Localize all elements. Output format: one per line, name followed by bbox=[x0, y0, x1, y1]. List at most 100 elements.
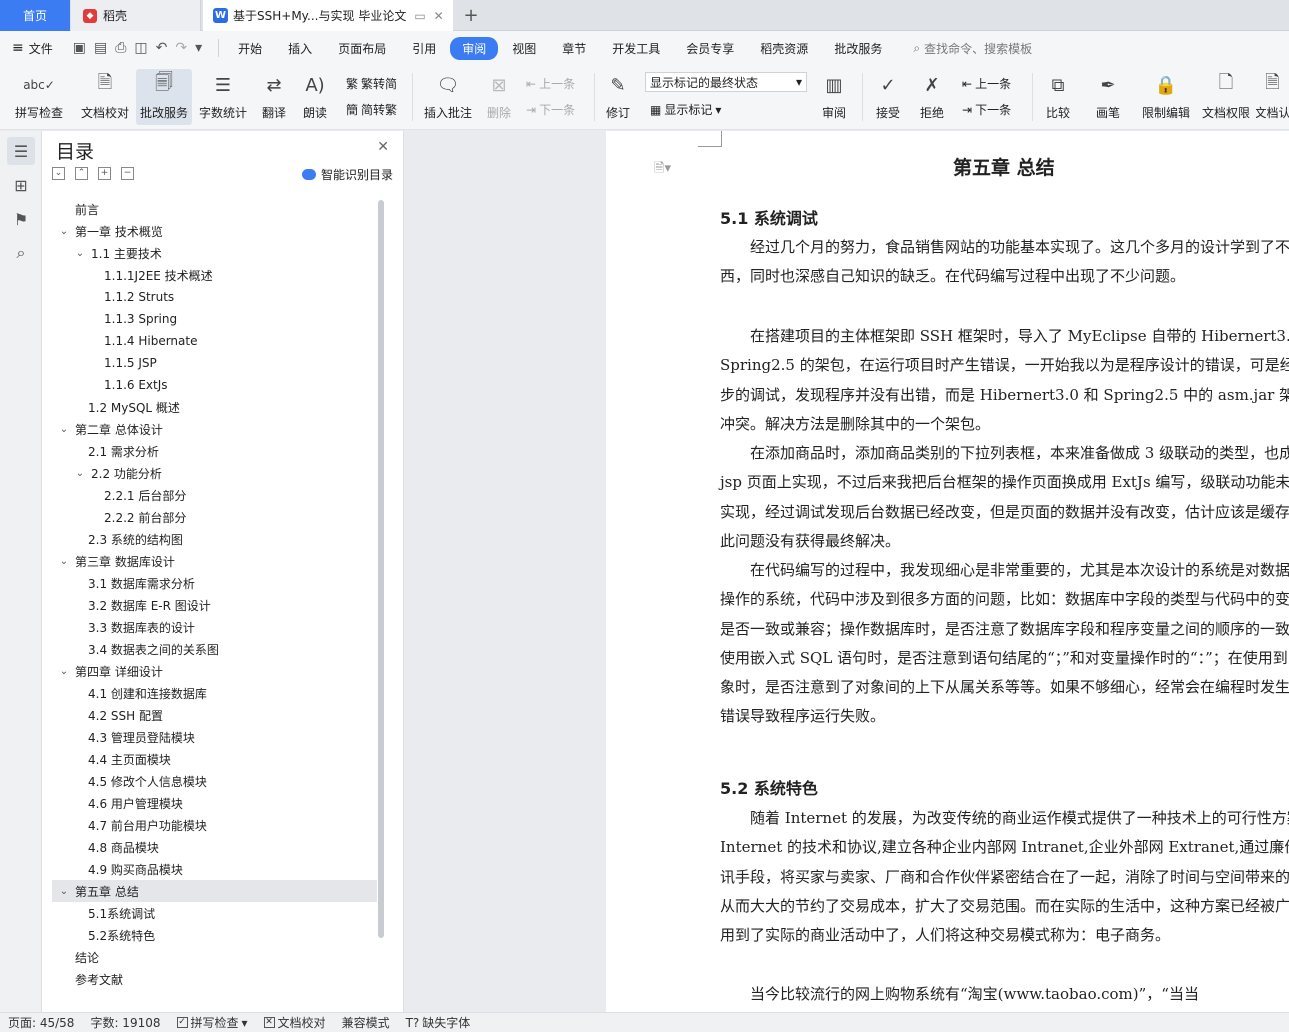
toc-item[interactable]: ⌄ 第五章 总结 bbox=[52, 880, 377, 902]
prev-change-button[interactable]: ⇤ 上一条 bbox=[962, 75, 1011, 92]
menu-item[interactable]: 视图 bbox=[500, 37, 548, 60]
new-tab-button[interactable]: + bbox=[458, 0, 484, 31]
spell-check-button[interactable]: abc✓ 拼写检查 bbox=[8, 69, 70, 125]
remove-heading-icon[interactable]: − bbox=[121, 167, 134, 180]
chevron-down-icon[interactable]: ⌄ bbox=[58, 666, 70, 677]
accept-button[interactable]: ✓ 接受 bbox=[868, 69, 908, 125]
window-restore-icon[interactable]: ▭ bbox=[414, 9, 425, 23]
markup-state-select[interactable]: 显示标记的最终状态 ▾ bbox=[645, 72, 807, 92]
toc-item[interactable]: ⌄ 第二章 总体设计 bbox=[52, 418, 377, 440]
tab-daoke[interactable]: ◆ 稻壳 bbox=[71, 0, 201, 31]
command-search[interactable]: ⌕ 查找命令、搜索模板 bbox=[913, 40, 1032, 57]
customize-icon[interactable]: ▾ bbox=[195, 40, 202, 56]
redo-icon[interactable]: ↷ bbox=[175, 40, 187, 56]
toc-item[interactable]: 2.3 系统的结构图 bbox=[52, 528, 377, 550]
expand-all-icon[interactable]: ⌄ bbox=[52, 167, 65, 180]
save-icon[interactable]: ▣ bbox=[73, 40, 86, 56]
toc-item[interactable]: ⌄ 2.2 功能分析 bbox=[52, 462, 377, 484]
menu-item[interactable]: 审阅 bbox=[450, 36, 499, 60]
collapse-all-icon[interactable]: ⌃ bbox=[75, 167, 88, 180]
menu-item[interactable]: 插入 bbox=[276, 37, 324, 60]
chevron-down-icon[interactable]: ⌄ bbox=[58, 556, 70, 567]
menu-item[interactable]: 开发工具 bbox=[600, 37, 672, 60]
toc-item[interactable]: 1.2 MySQL 概述 bbox=[52, 396, 377, 418]
toc-item[interactable]: 3.4 数据表之间的关系图 bbox=[52, 638, 377, 660]
toc-item[interactable]: 1.1.3 Spring bbox=[52, 308, 377, 330]
to-traditional-button[interactable]: 繁繁转简 bbox=[346, 75, 397, 92]
spell-check-status[interactable]: ✓ 拼写检查 ▾ bbox=[169, 1014, 256, 1031]
chevron-down-icon[interactable]: ⌄ bbox=[58, 886, 70, 897]
search-icon[interactable]: ⌕ bbox=[7, 239, 35, 267]
doc-check-button[interactable]: 🗎 文档校对 bbox=[76, 69, 134, 125]
toc-item[interactable]: ⌄ 第四章 详细设计 bbox=[52, 660, 377, 682]
chevron-down-icon[interactable]: ⌄ bbox=[74, 248, 86, 259]
restrict-edit-button[interactable]: 🔒 限制编辑 bbox=[1138, 69, 1194, 125]
add-heading-icon[interactable]: + bbox=[98, 167, 111, 180]
toc-item[interactable]: 5.2系统特色 bbox=[52, 924, 377, 946]
toc-item[interactable]: 4.9 购买商品模块 bbox=[52, 858, 377, 880]
next-comment-button[interactable]: ⇥ 下一条 bbox=[526, 101, 575, 118]
correction-service-button[interactable]: 🗐 批改服务 bbox=[136, 69, 192, 125]
file-menu[interactable]: ≡ 文件 bbox=[0, 40, 63, 57]
close-tab-icon[interactable]: ✕ bbox=[434, 9, 444, 23]
export-pdf-icon[interactable]: ▤ bbox=[94, 40, 107, 56]
chevron-down-icon[interactable]: ⌄ bbox=[58, 424, 70, 435]
document-page[interactable]: 🗎▾ 第五章 总结 5.1 系统调试 经过几个月的努力，食品销售网站的功能基本实… bbox=[606, 131, 1289, 1012]
menu-item[interactable]: 章节 bbox=[550, 37, 598, 60]
toc-item[interactable]: 2.2.1 后台部分 bbox=[52, 484, 377, 506]
toc-item[interactable]: 1.1.6 ExtJs bbox=[52, 374, 377, 396]
toc-item[interactable]: 1.1.1J2EE 技术概述 bbox=[52, 264, 377, 286]
missing-font-status[interactable]: T? 缺失字体 bbox=[398, 1014, 479, 1031]
toc-item[interactable]: 2.2.2 前台部分 bbox=[52, 506, 377, 528]
word-count-button[interactable]: ☰ 字数统计 bbox=[196, 69, 250, 125]
tab-home[interactable]: 首页 bbox=[0, 0, 70, 31]
pen-button[interactable]: ✒ 画笔 bbox=[1090, 69, 1126, 125]
track-changes-button[interactable]: ✎ 修订 bbox=[600, 69, 636, 125]
prev-comment-button[interactable]: ⇤ 上一条 bbox=[526, 75, 575, 92]
chevron-down-icon[interactable]: ⌄ bbox=[58, 226, 70, 237]
toc-item[interactable]: 1.1.2 Struts bbox=[52, 286, 377, 308]
close-icon[interactable]: ✕ bbox=[377, 139, 389, 155]
to-simplified-button[interactable]: 簡简转繁 bbox=[346, 101, 397, 118]
delete-comment-button[interactable]: ⊠ 删除 bbox=[480, 69, 518, 125]
translate-button[interactable]: ⇄ 翻译 bbox=[254, 69, 294, 125]
toc-item[interactable]: 参考文献 bbox=[52, 968, 377, 990]
toc-item[interactable]: 4.1 创建和连接数据库 bbox=[52, 682, 377, 704]
toc-pane-icon[interactable]: ☰ bbox=[7, 137, 35, 165]
insert-comment-button[interactable]: 🗨 插入批注 bbox=[420, 69, 476, 125]
menu-item[interactable]: 开始 bbox=[226, 37, 274, 60]
chevron-down-icon[interactable]: ⌄ bbox=[74, 468, 86, 479]
toc-item[interactable]: 2.1 需求分析 bbox=[52, 440, 377, 462]
bookmark-icon[interactable]: ⚑ bbox=[7, 205, 35, 233]
toc-item[interactable]: ⌄ 第三章 数据库设计 bbox=[52, 550, 377, 572]
compare-button[interactable]: ⧉ 比较 bbox=[1038, 69, 1078, 125]
doc-check-status[interactable]: ✕ 文档校对 bbox=[256, 1014, 334, 1031]
toc-item[interactable]: 前言 bbox=[52, 198, 377, 220]
menu-item[interactable]: 批改服务 bbox=[822, 37, 894, 60]
toc-scrollbar[interactable] bbox=[378, 200, 384, 938]
smart-toc-button[interactable]: 智能识别目录 bbox=[301, 166, 393, 183]
tab-document[interactable]: W 基于SSH+My...与实现 毕业论文 ▭ ✕ bbox=[203, 0, 453, 31]
reject-button[interactable]: ✗ 拒绝 bbox=[912, 69, 952, 125]
show-markup-button[interactable]: ▦ 显示标记 ▾ bbox=[650, 101, 721, 118]
toc-item[interactable]: 结论 bbox=[52, 946, 377, 968]
page-note-icon[interactable]: 🗎▾ bbox=[654, 159, 671, 181]
review-pane-button[interactable]: ▥ 审阅 bbox=[814, 69, 854, 125]
menu-item[interactable]: 会员专享 bbox=[674, 37, 746, 60]
next-change-button[interactable]: ⇥ 下一条 bbox=[962, 101, 1011, 118]
toc-item[interactable]: 4.7 前台用户功能模块 bbox=[52, 814, 377, 836]
print-icon[interactable]: ⎙ bbox=[115, 40, 126, 56]
menu-item[interactable]: 页面布局 bbox=[326, 37, 398, 60]
menu-item[interactable]: 稻壳资源 bbox=[748, 37, 820, 60]
toc-item[interactable]: 4.6 用户管理模块 bbox=[52, 792, 377, 814]
doc-more-button[interactable]: 🗎 文档认 bbox=[1256, 69, 1289, 125]
toc-item[interactable]: 1.1.4 Hibernate bbox=[52, 330, 377, 352]
toc-item[interactable]: 3.1 数据库需求分析 bbox=[52, 572, 377, 594]
toc-item[interactable]: 4.4 主页面模块 bbox=[52, 748, 377, 770]
undo-icon[interactable]: ↶ bbox=[156, 40, 168, 56]
toc-item[interactable]: 1.1.5 JSP bbox=[52, 352, 377, 374]
toc-item[interactable]: 5.1系统调试 bbox=[52, 902, 377, 924]
read-aloud-button[interactable]: A) 朗读 bbox=[298, 69, 332, 125]
toc-item[interactable]: 4.2 SSH 配置 bbox=[52, 704, 377, 726]
toc-item[interactable]: 3.3 数据库表的设计 bbox=[52, 616, 377, 638]
